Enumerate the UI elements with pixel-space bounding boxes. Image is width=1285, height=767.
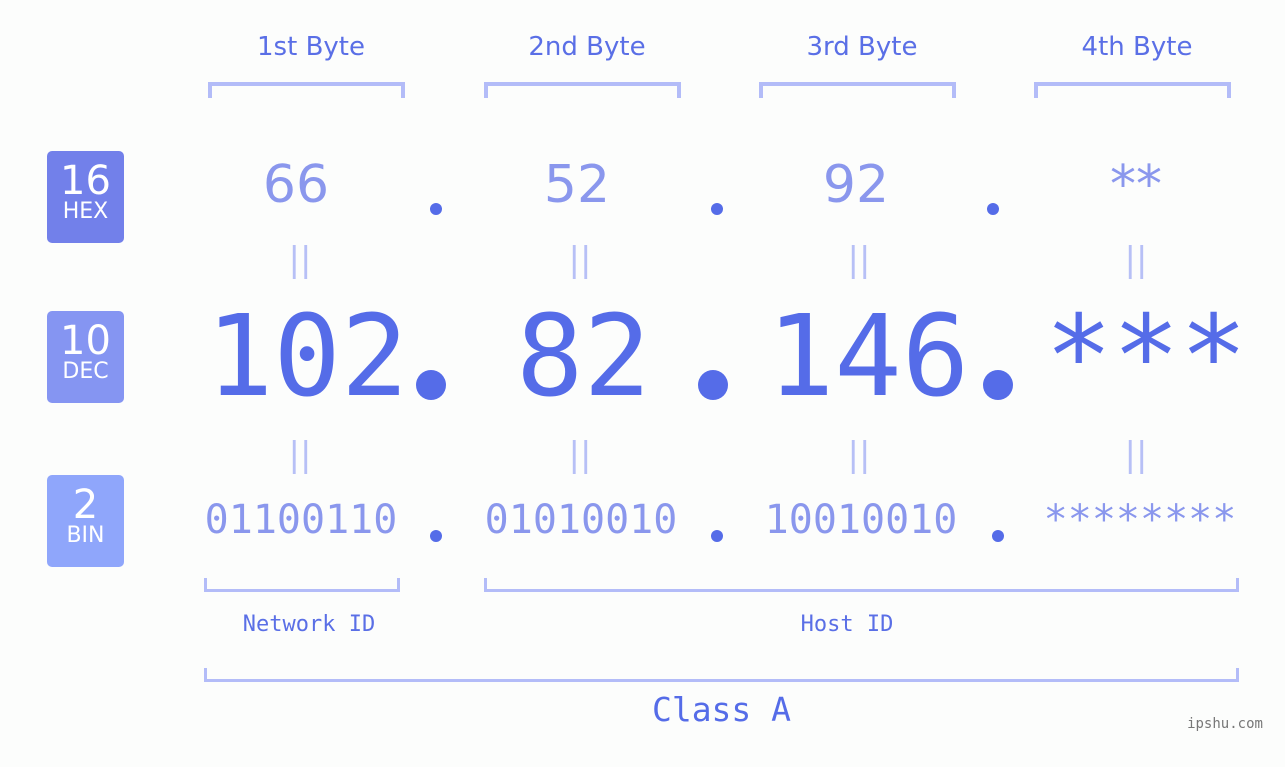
byte-bracket-1: [208, 82, 405, 98]
bin-separator-2: [711, 530, 723, 542]
hex-separator-2: [711, 203, 723, 215]
bin-badge-number: 2: [72, 482, 99, 528]
equals-dec-bin-4: ||: [1124, 435, 1148, 475]
dec-byte-2: 82: [516, 292, 651, 422]
equals-hex-dec-2: ||: [568, 240, 592, 280]
hex-byte-3: 92: [822, 155, 890, 215]
class-bracket: [204, 668, 1239, 682]
equals-dec-bin-2: ||: [568, 435, 592, 475]
class-label: Class A: [651, 690, 792, 729]
bin-separator-1: [430, 530, 442, 542]
dec-separator-3: [983, 370, 1013, 400]
host-id-bracket: [484, 578, 1239, 592]
network-id-label: Network ID: [242, 612, 376, 637]
hex-separator-3: [987, 203, 999, 215]
watermark: ipshu.com: [1187, 716, 1263, 732]
host-id-label: Host ID: [800, 612, 894, 637]
network-id-bracket: [204, 578, 400, 592]
dec-byte-1: 102: [206, 292, 409, 422]
hex-byte-2: 52: [543, 155, 611, 215]
byte-header-3: 3rd Byte: [806, 32, 918, 62]
dec-byte-4: ***: [1045, 292, 1248, 422]
dec-badge-number: 10: [60, 318, 111, 364]
equals-hex-dec-4: ||: [1124, 240, 1148, 280]
bin-byte-1: 01100110: [204, 497, 398, 543]
equals-hex-dec-3: ||: [847, 240, 871, 280]
hex-badge-number: 16: [60, 158, 111, 204]
dec-badge-label: DEC: [62, 359, 109, 384]
bin-byte-4: ********: [1043, 497, 1237, 543]
hex-byte-4: **: [1110, 155, 1162, 215]
bin-byte-2: 01010010: [484, 497, 678, 543]
hex-byte-1: 66: [262, 155, 330, 215]
byte-header-1: 1st Byte: [257, 32, 365, 62]
bin-badge: 2 BIN: [47, 475, 124, 567]
dec-separator-2: [698, 370, 728, 400]
dec-byte-3: 146: [767, 292, 970, 422]
equals-dec-bin-1: ||: [288, 435, 312, 475]
equals-hex-dec-1: ||: [288, 240, 312, 280]
bin-badge-label: BIN: [66, 523, 105, 548]
byte-bracket-3: [759, 82, 956, 98]
hex-badge-label: HEX: [62, 199, 109, 224]
byte-bracket-4: [1034, 82, 1231, 98]
bin-byte-3: 10010010: [764, 497, 958, 543]
bin-separator-3: [992, 530, 1004, 542]
byte-header-4: 4th Byte: [1081, 32, 1193, 62]
byte-bracket-2: [484, 82, 681, 98]
hex-badge: 16 HEX: [47, 151, 124, 243]
byte-header-2: 2nd Byte: [528, 32, 646, 62]
equals-dec-bin-3: ||: [847, 435, 871, 475]
dec-separator-1: [416, 370, 446, 400]
hex-separator-1: [430, 203, 442, 215]
dec-badge: 10 DEC: [47, 311, 124, 403]
